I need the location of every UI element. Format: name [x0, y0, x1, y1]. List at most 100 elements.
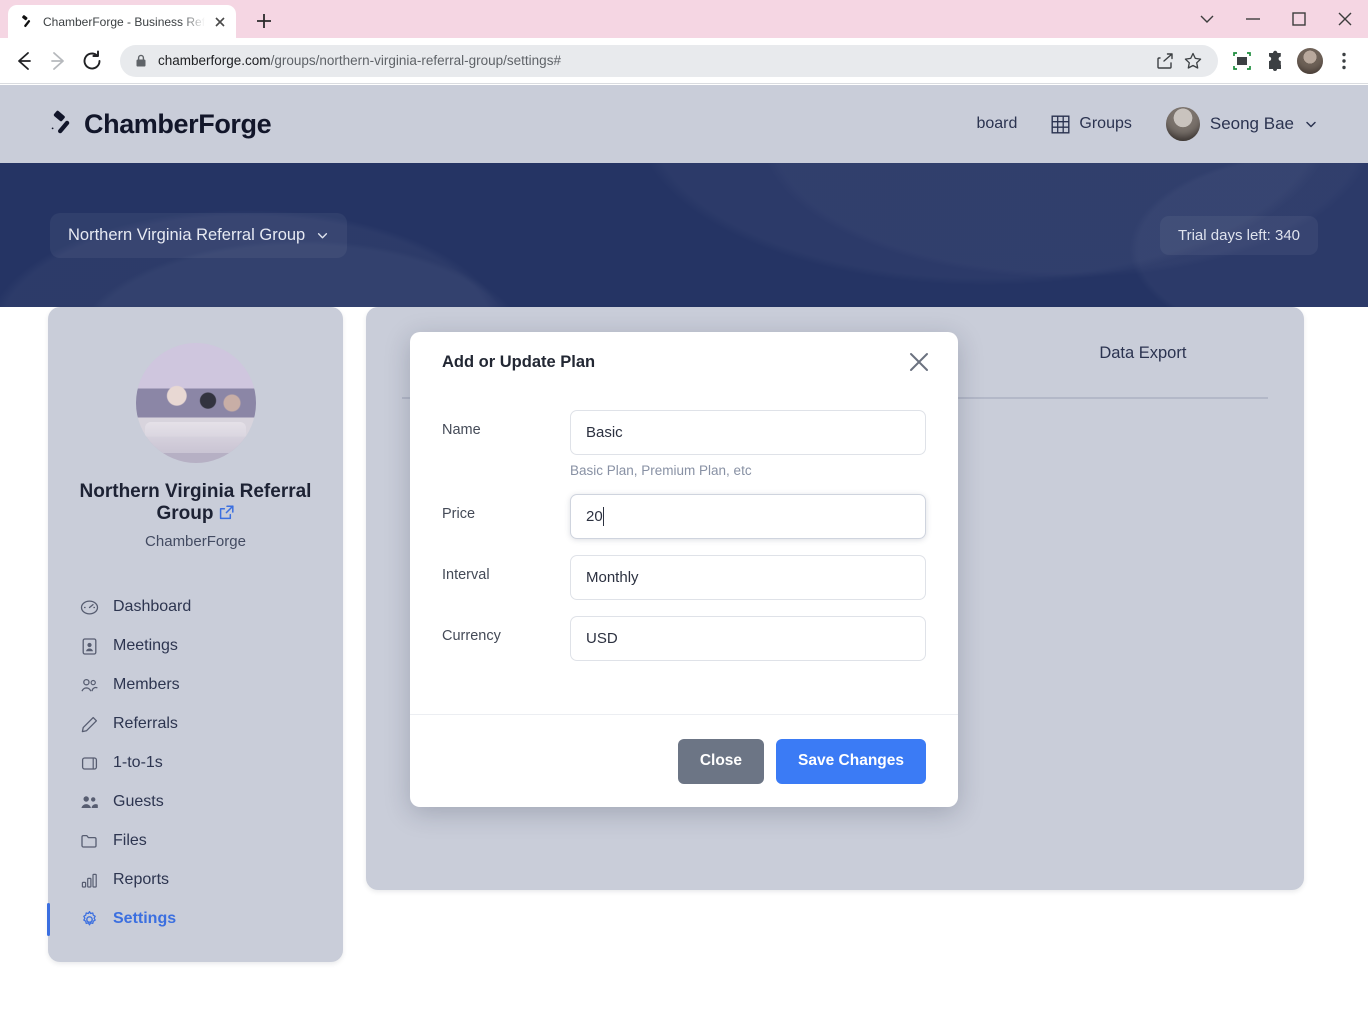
speedometer-icon — [80, 598, 99, 617]
user-menu[interactable]: Seong Bae — [1166, 107, 1318, 141]
sidebar-item-label: Meetings — [113, 637, 178, 655]
star-icon[interactable] — [1182, 50, 1208, 72]
group-selector[interactable]: Northern Virginia Referral Group — [50, 213, 347, 258]
field-label-interval: Interval — [442, 555, 570, 583]
save-changes-button[interactable]: Save Changes — [776, 739, 926, 784]
address-bar-actions — [1154, 50, 1208, 72]
close-button[interactable]: Close — [678, 739, 764, 784]
page-viewport: ChamberForge board Groups — [0, 85, 1368, 1019]
address-bar-url: chamberforge.com/groups/northern-virgini… — [158, 53, 1144, 68]
sidebar-item-label: 1-to-1s — [113, 754, 163, 772]
field-row-currency: Currency — [442, 616, 926, 661]
sidebar-item-label: Members — [113, 676, 180, 694]
nav-dashboard-label: board — [976, 115, 1017, 133]
plan-interval-input[interactable] — [570, 555, 926, 600]
sidebar-item-referrals[interactable]: Referrals — [48, 705, 343, 744]
plan-currency-input[interactable] — [570, 616, 926, 661]
modal-header: Add or Update Plan — [410, 332, 958, 392]
header-nav: board Groups Seong Bae — [967, 107, 1318, 141]
sidebar-item-dashboard[interactable]: Dashboard — [48, 588, 343, 627]
plan-price-input[interactable] — [570, 494, 926, 539]
text-cursor — [603, 507, 604, 526]
sidebar-item-settings[interactable]: Settings — [48, 900, 343, 939]
add-update-plan-modal: Add or Update Plan Name Basic Plan, Prem… — [410, 332, 958, 807]
plan-name-hint: Basic Plan, Premium Plan, etc — [570, 463, 926, 478]
sidebar-item-1to1s[interactable]: 1-to-1s — [48, 744, 343, 783]
new-tab-button[interactable] — [250, 7, 278, 35]
nav-groups[interactable]: Groups — [1051, 115, 1131, 134]
sidebar-item-guests[interactable]: Guests — [48, 783, 343, 822]
group-title: Northern Virginia Referral Group — [48, 481, 343, 526]
group-sidebar: Northern Virginia Referral Group Chamber… — [48, 307, 343, 962]
field-row-interval: Interval — [442, 555, 926, 600]
browser-window: ChamberForge - Business Referra — [0, 0, 1368, 1019]
external-link-icon[interactable] — [218, 504, 235, 521]
field-label-name: Name — [442, 410, 570, 438]
sidebar-item-label: Dashboard — [113, 598, 191, 616]
window-controls — [1184, 0, 1368, 38]
close-icon[interactable] — [212, 14, 228, 30]
user-name: Seong Bae — [1210, 114, 1294, 134]
avatar — [1166, 107, 1200, 141]
browser-toolbar: chamberforge.com/groups/northern-virgini… — [0, 38, 1368, 84]
browser-titlebar: ChamberForge - Business Referra — [0, 0, 1368, 38]
hero-banner: Northern Virginia Referral Group Trial d… — [0, 163, 1368, 307]
back-arrow-icon[interactable] — [8, 45, 40, 77]
browser-tab[interactable]: ChamberForge - Business Referra — [8, 5, 236, 38]
sidebar-item-label: Referrals — [113, 715, 178, 733]
bar-chart-icon — [80, 871, 99, 890]
card-icon — [80, 754, 99, 773]
tab-data-export[interactable]: Data Export — [1099, 344, 1186, 363]
page-body: Northern Virginia Referral Group Chamber… — [0, 307, 1368, 1019]
sidebar-item-label: Guests — [113, 793, 164, 811]
sidebar-item-files[interactable]: Files — [48, 822, 343, 861]
nav-groups-label: Groups — [1079, 115, 1131, 133]
site-header: ChamberForge board Groups — [0, 85, 1368, 163]
modal-footer: Close Save Changes — [410, 714, 958, 807]
group-selector-label: Northern Virginia Referral Group — [68, 226, 305, 245]
chevron-down-icon[interactable] — [1184, 0, 1230, 38]
people-solid-icon — [80, 793, 99, 812]
field-row-price: Price — [442, 494, 926, 539]
sidebar-item-reports[interactable]: Reports — [48, 861, 343, 900]
sidebar-item-label: Reports — [113, 871, 169, 889]
reload-icon[interactable] — [76, 45, 108, 77]
nav-dashboard[interactable]: board — [967, 115, 1017, 133]
modal-title: Add or Update Plan — [442, 353, 595, 372]
brand-name: ChamberForge — [84, 109, 271, 140]
sidebar-item-label: Settings — [113, 910, 176, 928]
profile-avatar[interactable] — [1294, 45, 1326, 77]
brand-logo[interactable]: ChamberForge — [50, 109, 271, 140]
field-row-name: Name Basic Plan, Premium Plan, etc — [442, 410, 926, 478]
maximize-icon[interactable] — [1276, 0, 1322, 38]
forward-arrow-icon[interactable] — [42, 45, 74, 77]
trial-days-badge: Trial days left: 340 — [1160, 216, 1318, 255]
browser-tab-title: ChamberForge - Business Referra — [43, 15, 205, 29]
share-icon[interactable] — [1154, 50, 1180, 72]
minimize-icon[interactable] — [1230, 0, 1276, 38]
lock-icon — [134, 53, 148, 69]
three-dot-menu-icon[interactable] — [1328, 45, 1360, 77]
pencil-icon — [80, 715, 99, 734]
close-icon[interactable] — [906, 349, 932, 375]
field-label-currency: Currency — [442, 616, 570, 644]
gavel-icon — [20, 14, 36, 30]
folder-icon — [80, 832, 99, 851]
grid-icon — [1051, 115, 1070, 134]
chevron-down-icon — [316, 229, 329, 242]
org-name: ChamberForge — [48, 533, 343, 550]
puzzle-icon[interactable] — [1260, 45, 1292, 77]
group-title-text: Northern Virginia Referral Group — [80, 481, 312, 524]
sidebar-item-label: Files — [113, 832, 147, 850]
chevron-down-icon — [1304, 117, 1318, 131]
plan-name-input[interactable] — [570, 410, 926, 455]
sidebar-item-meetings[interactable]: Meetings — [48, 627, 343, 666]
people-icon — [80, 676, 99, 695]
group-photo — [136, 343, 256, 463]
address-bar[interactable]: chamberforge.com/groups/northern-virgini… — [120, 45, 1218, 77]
sidebar-item-members[interactable]: Members — [48, 666, 343, 705]
window-close-icon[interactable] — [1322, 0, 1368, 38]
screen-capture-icon[interactable] — [1226, 45, 1258, 77]
field-label-price: Price — [442, 494, 570, 522]
calendar-icon — [80, 637, 99, 656]
